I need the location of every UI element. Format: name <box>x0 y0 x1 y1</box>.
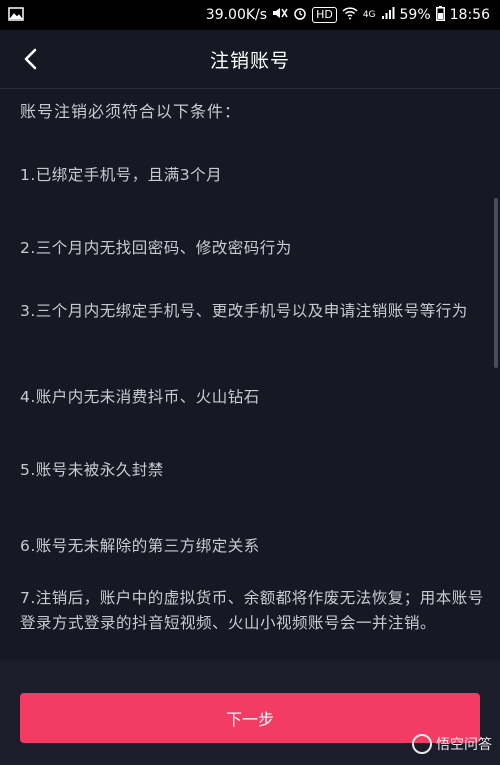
network-type: 4G <box>362 10 376 20</box>
condition-item: 5.账号未被永久封禁 <box>20 461 164 479</box>
scrollbar[interactable] <box>494 198 498 368</box>
condition-item: 4.账户内无未消费抖币、火山钻石 <box>20 388 260 406</box>
condition-item: 3.三个月内无绑定手机号、更改手机号以及申请注销账号等行为 <box>20 302 468 320</box>
gallery-notification-icon <box>8 7 24 25</box>
conditions-content: 账号注销必须符合以下条件： <box>20 98 485 122</box>
watermark-text: 悟空问答 <box>436 737 492 753</box>
condition-item: 1.已绑定手机号，且满3个月 <box>20 166 223 184</box>
condition-item: 2.三个月内无找回密码、修改密码行为 <box>20 239 292 257</box>
status-bar: 39.00K/s HD 4G 59% 18:56 <box>0 0 500 30</box>
hd-badge: HD <box>312 7 337 23</box>
clock: 18:56 <box>449 7 490 23</box>
condition-item: 7.注销后，账户中的虚拟货币、余额都将作废无法恢复；用本账号登录方式登录的抖音短… <box>20 589 484 632</box>
mute-icon <box>272 6 288 24</box>
header-divider <box>0 88 500 89</box>
next-step-button[interactable]: 下一步 <box>20 693 480 743</box>
page-title: 注销账号 <box>209 50 290 72</box>
wifi-icon <box>342 6 358 24</box>
alarm-icon <box>293 6 307 24</box>
signal-icon <box>381 6 395 24</box>
condition-item: 6.账号无未解除的第三方绑定关系 <box>20 537 260 555</box>
wukong-logo-icon <box>412 734 432 754</box>
watermark: 悟空问答 <box>412 734 492 754</box>
battery-icon <box>435 5 445 25</box>
app-header: 注销账号 <box>0 30 500 88</box>
network-speed: 39.00K/s <box>205 7 268 23</box>
conditions-intro: 账号注销必须符合以下条件： <box>20 102 242 121</box>
battery-percentage: 59% <box>399 7 431 23</box>
